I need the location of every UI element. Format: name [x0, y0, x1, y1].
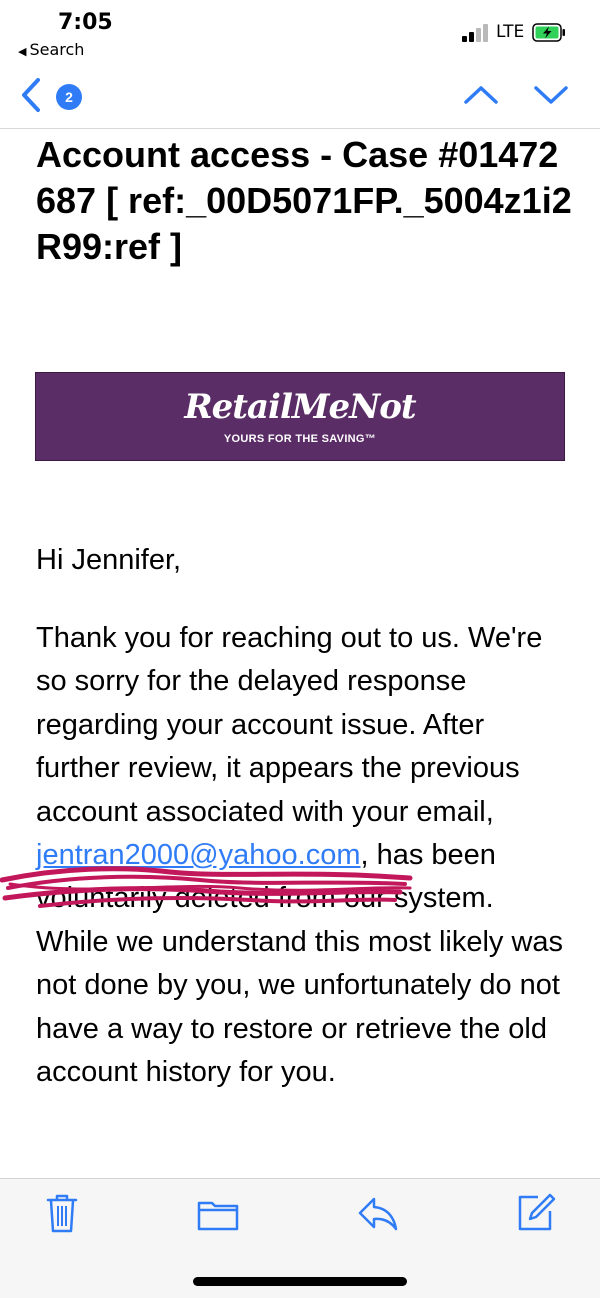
email-body: Thank you for reaching out to us. We're …	[36, 617, 566, 1094]
status-bar: 7:05 ◀ Search LTE	[0, 0, 600, 64]
chevron-left-icon[interactable]	[18, 76, 48, 114]
body-text-part1: Thank you for reaching out to us. We're …	[36, 622, 543, 828]
trash-icon[interactable]	[40, 1191, 84, 1235]
folder-icon[interactable]	[196, 1191, 240, 1235]
chevron-down-icon[interactable]	[532, 82, 570, 108]
chevron-up-icon[interactable]	[462, 82, 500, 108]
network-type: LTE	[496, 22, 525, 42]
reply-icon[interactable]	[356, 1191, 400, 1235]
back-triangle-icon: ◀	[18, 45, 27, 58]
status-time: 7:05	[58, 10, 113, 35]
email-greeting: Hi Jennifer,	[36, 544, 182, 576]
body-text-part2: , has been voluntarily deleted from our …	[36, 839, 564, 1089]
retailmenot-logo: RetailMeNot	[184, 387, 416, 427]
signal-strength-icon	[462, 24, 492, 42]
retailmenot-banner[interactable]: RetailMeNot YOURS FOR THE SAVING™	[35, 372, 565, 461]
home-indicator[interactable]	[193, 1277, 407, 1286]
battery-charging-icon	[532, 23, 565, 42]
compose-icon[interactable]	[514, 1191, 558, 1235]
nav-divider	[0, 128, 600, 129]
mail-nav-bar: 2	[0, 64, 600, 126]
back-app-label: Search	[29, 40, 85, 59]
brand-tagline: YOURS FOR THE SAVING™	[223, 433, 377, 445]
back-to-app-link[interactable]: ◀ Search	[18, 40, 84, 59]
email-subject: Account access - Case #01472687 [ ref:_0…	[36, 134, 572, 267]
unread-count-badge[interactable]: 2	[56, 84, 82, 110]
email-address-link[interactable]: jentran2000@yahoo.com	[36, 839, 360, 871]
